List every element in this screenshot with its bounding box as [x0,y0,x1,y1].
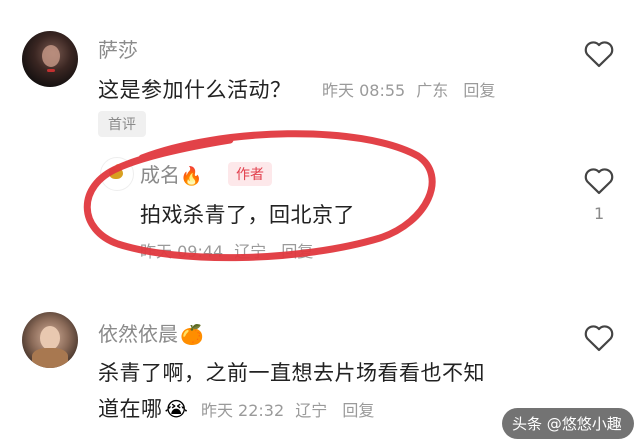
heart-outline-icon[interactable] [582,322,616,352]
comment-location: 辽宁 [295,401,328,420]
comment-text: 杀青了啊，之前一直想去片场看看也不知 [98,361,485,385]
comment-username[interactable]: 依然依晨 🍊 [98,318,204,347]
comment-text: 道在哪 [98,397,163,421]
crying-emoji: 😭 [164,397,188,421]
username-text: 依然依晨 [98,322,178,346]
orange-emoji: 🍊 [180,324,204,346]
watermark: 头条 @悠悠小趣 [502,408,634,439]
comment-text-line2: 道在哪 😭 昨天 22:32 辽宁 回复 [98,393,374,423]
avatar[interactable] [22,312,78,368]
comment-meta: 昨天 22:32 辽宁 回复 [201,401,374,420]
reply-button[interactable]: 回复 [342,401,374,420]
comment-time: 昨天 22:32 [200,401,285,420]
